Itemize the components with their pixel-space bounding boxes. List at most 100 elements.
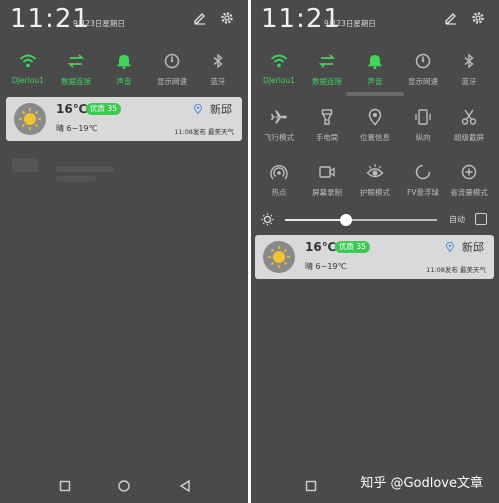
weather-condition: 晴 6~19℃	[305, 262, 347, 271]
auto-brightness-label: 自动	[449, 215, 465, 224]
notification-shade-collapsed: 11:21 9月23日星期日 DJerlou1 数据连接 声音 显示网速 蓝牙	[0, 0, 248, 503]
toggle-label: 蓝牙	[461, 77, 477, 86]
airplane-icon	[271, 110, 287, 124]
weather-update-time: 11:08发布 最美天气	[174, 128, 234, 136]
location-pin-icon	[194, 104, 202, 114]
toggle-label: 声音	[116, 77, 132, 86]
watermark: 知乎 @Godlove文章	[360, 476, 483, 491]
toggle-location[interactable]: 位置信息	[351, 108, 399, 150]
bell-icon	[368, 55, 382, 70]
navigation-bar	[0, 467, 248, 503]
toggle-label: 超级截屏	[454, 133, 484, 142]
toggle-sound[interactable]: 声音	[100, 52, 148, 94]
toggle-rotation[interactable]: 纵向	[399, 108, 447, 150]
shade-header: 11:21 9月23日星期日	[261, 4, 491, 34]
toggle-label: FV悬浮球	[407, 188, 439, 197]
toggle-float-ball[interactable]: FV悬浮球	[399, 163, 447, 205]
weather-temperature: 16℃	[305, 240, 337, 254]
toggle-net-speed[interactable]: 显示网速	[399, 52, 447, 94]
toggle-label: 声音	[367, 77, 383, 86]
home-icon[interactable]	[117, 479, 131, 493]
shade-header: 11:21 9月23日星期日	[10, 4, 240, 34]
toggle-label: 显示网速	[408, 77, 438, 86]
toggle-label: 屏幕录制	[312, 188, 342, 197]
toggle-airplane[interactable]: 飞行模式	[255, 108, 303, 150]
toggle-wifi[interactable]: DJerlou1	[255, 52, 303, 94]
weather-update-time: 11:08发布 最美天气	[426, 266, 486, 274]
notification-shade-expanded: 11:21 9月23日星期日 DJerlou1 数据连接 声音 显示网速 蓝牙	[251, 0, 499, 503]
toggle-label: 热点	[271, 188, 287, 197]
bell-icon	[117, 55, 131, 70]
toggle-bluetooth[interactable]: 蓝牙	[194, 52, 242, 94]
quick-settings-row-2: 飞行模式 手电筒 位置信息 纵向 超级截屏	[251, 108, 499, 150]
date: 9月23日星期日	[324, 19, 376, 28]
aqi-badge: 优质 35	[335, 241, 370, 253]
flashlight-icon	[321, 109, 333, 125]
toggle-label: 手电筒	[315, 133, 339, 142]
scissors-icon	[461, 109, 477, 125]
back-icon[interactable]	[178, 479, 192, 493]
toggle-label: 数据连接	[61, 77, 91, 86]
date: 9月23日星期日	[73, 19, 125, 28]
wifi-icon	[19, 54, 37, 68]
toggle-label: 数据连接	[312, 77, 342, 86]
toggle-data-saver[interactable]: 省流量模式	[445, 163, 493, 205]
sun-icon	[263, 241, 295, 273]
toggle-label: 位置信息	[360, 133, 390, 142]
location-pin-icon	[446, 242, 454, 252]
auto-brightness-checkbox[interactable]	[475, 213, 487, 225]
toggle-bluetooth[interactable]: 蓝牙	[445, 52, 493, 94]
toggle-net-speed[interactable]: 显示网速	[148, 52, 196, 94]
speed-icon	[415, 53, 431, 69]
toggle-flashlight[interactable]: 手电筒	[303, 108, 351, 150]
gear-icon[interactable]	[471, 11, 485, 25]
brightness-icon	[261, 213, 274, 226]
quick-settings-row-1: DJerlou1 数据连接 声音 显示网速 蓝牙	[251, 52, 499, 94]
brightness-row: 自动	[259, 212, 491, 228]
weather-condition: 晴 6~19℃	[56, 124, 98, 133]
float-ball-icon	[415, 164, 431, 180]
data-transfer-icon	[318, 54, 336, 68]
location-icon	[368, 108, 382, 126]
recents-icon[interactable]	[304, 479, 318, 493]
background-ghost	[12, 158, 38, 172]
weather-temperature: 16℃	[56, 102, 88, 116]
bluetooth-icon	[213, 53, 223, 69]
brightness-slider-thumb[interactable]	[339, 214, 352, 226]
background-ghost	[56, 176, 96, 182]
toggle-label: 护眼模式	[360, 188, 390, 197]
data-saver-icon	[461, 164, 477, 180]
toggle-wifi[interactable]: DJerlou1	[4, 52, 52, 94]
weather-card[interactable]: 16℃ 优质 35 晴 6~19℃ 新邱 11:08发布 最美天气	[255, 235, 494, 279]
quick-settings-row: DJerlou1 数据连接 声音 显示网速 蓝牙	[0, 52, 248, 94]
edit-icon[interactable]	[193, 11, 207, 25]
background-ghost	[56, 166, 114, 172]
edit-icon[interactable]	[444, 11, 458, 25]
weather-card[interactable]: 16℃ 优质 35 晴 6~19℃ 新邱 11:08发布 最美天气	[6, 97, 242, 141]
toggle-data[interactable]: 数据连接	[303, 52, 351, 94]
screen-record-icon	[319, 166, 335, 178]
toggle-label: DJerlou1	[263, 76, 295, 85]
toggle-data[interactable]: 数据连接	[52, 52, 100, 94]
hotspot-icon	[270, 165, 288, 180]
brightness-slider[interactable]	[285, 214, 437, 226]
toggle-label: 省流量模式	[450, 188, 488, 197]
toggle-super-screenshot[interactable]: 超级截屏	[445, 108, 493, 150]
toggle-label: 显示网速	[157, 77, 187, 86]
brightness-slider-fill	[285, 219, 346, 221]
toggle-screen-record[interactable]: 屏幕录制	[303, 163, 351, 205]
recents-icon[interactable]	[58, 479, 72, 493]
toggle-label: DJerlou1	[12, 76, 44, 85]
toggle-eye-care[interactable]: 护眼模式	[351, 163, 399, 205]
aqi-badge: 优质 35	[86, 103, 121, 115]
toggle-sound[interactable]: 声音	[351, 52, 399, 94]
toggle-label: 飞行模式	[264, 133, 294, 142]
quick-settings-row-3: 热点 屏幕录制 护眼模式 FV悬浮球 省流量模式	[251, 163, 499, 205]
gear-icon[interactable]	[220, 11, 234, 25]
drag-handle[interactable]	[346, 92, 404, 96]
toggle-hotspot[interactable]: 热点	[255, 163, 303, 205]
toggle-label: 纵向	[415, 133, 431, 142]
weather-location: 新邱	[210, 103, 232, 116]
weather-location: 新邱	[462, 241, 484, 254]
toggle-label: 蓝牙	[210, 77, 226, 86]
